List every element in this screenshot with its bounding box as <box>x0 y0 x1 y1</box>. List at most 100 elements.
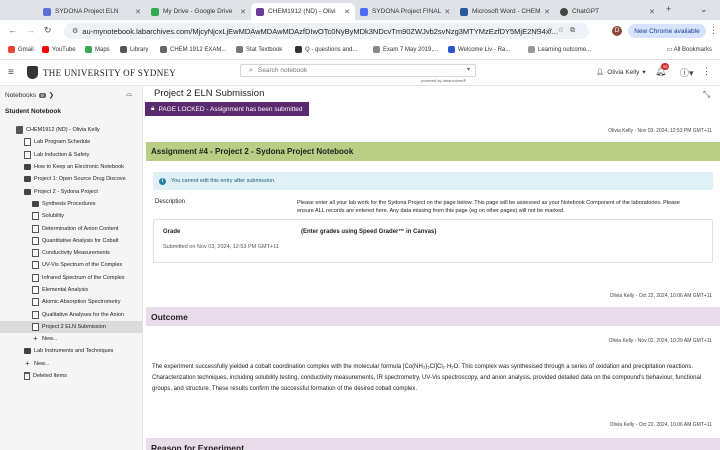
sidebar-item[interactable]: Atomic Absorption Spectrometry <box>0 296 142 308</box>
site-info-icon[interactable]: ⚙ <box>72 27 78 35</box>
close-icon[interactable]: ✕ <box>237 8 246 16</box>
page-icon <box>32 286 39 294</box>
bookmarks-bar: Gmail YouTube Maps Library CHEM 1912 EXA… <box>0 42 720 60</box>
search-input[interactable] <box>257 67 448 74</box>
sidebar-item[interactable]: Elemental Analysis <box>0 284 142 296</box>
sidebar-item-label: Project 2 - Sydona Project <box>34 188 98 195</box>
notebooks-dropdown[interactable]: Notebooks 9 ❯ <box>5 91 54 100</box>
close-icon[interactable]: ✕ <box>132 8 141 16</box>
trash-icon <box>24 372 30 381</box>
tab-favicon <box>460 7 468 16</box>
new-chrome-button[interactable]: New Chrome available <box>628 24 706 38</box>
bookmark-youtube[interactable]: YouTube <box>42 46 76 53</box>
sidebar-item[interactable]: Deleted Items <box>0 370 142 382</box>
description-label: Description <box>155 199 186 205</box>
sidebar-item[interactable]: Lab Induction & Safety <box>0 149 142 161</box>
all-bookmarks-button[interactable]: ▭ All Bookmarks <box>667 46 712 53</box>
bookmark-learning-outcomes[interactable]: Learning outcome... <box>528 46 591 53</box>
site-icon <box>528 46 535 53</box>
browser-tab[interactable]: SYDONA Project FINAL ✕ <box>355 3 455 20</box>
sidebar-item[interactable]: Infrared Spectrum of the Complex <box>0 272 142 284</box>
browser-tab[interactable]: Microsoft Word - CHEM ✕ <box>455 3 555 20</box>
bookmark-welcome-liv[interactable]: Welcome Liv - Ra... <box>448 46 510 53</box>
entry-timestamp: Olivia Kelly - Nov 02, 2024, 10:29 AM GM… <box>608 338 712 344</box>
browser-tab-strip: SYDONA Project ELN ✕ My Drive - Google D… <box>0 0 720 20</box>
outcome-header: Outcome <box>146 307 720 326</box>
grade-label: Grade <box>163 229 181 235</box>
page-icon <box>32 310 39 319</box>
tab-favicon <box>560 7 568 16</box>
plus-icon: + <box>33 334 38 344</box>
sidebar-item-label: Infrared Spectrum of the Complex <box>42 274 125 281</box>
sidebar-item[interactable]: Synthesis Procedures <box>0 198 142 210</box>
sidebar-item-label: Deleted Items <box>33 373 67 380</box>
bookmark-gmail[interactable]: Gmail <box>8 46 34 53</box>
page-locked-banner: 🔒︎ PAGE LOCKED - Assignment has been sub… <box>145 102 309 116</box>
bookmark-library[interactable]: Library <box>120 46 148 53</box>
sidebar-item[interactable]: Solubility <box>0 210 142 222</box>
extensions-icon[interactable]: ⧉ <box>570 27 581 34</box>
maps-icon <box>85 46 92 53</box>
sidebar-item[interactable]: Lab Instruments and Techniques <box>0 345 142 357</box>
page-icon <box>32 224 39 233</box>
sidebar-item[interactable]: Project 1: Open Source Drug Discove <box>0 173 142 185</box>
sidebar-item[interactable]: Conductivity Measurements <box>0 247 142 259</box>
bookmark-star-icon[interactable]: ☆ <box>558 27 570 34</box>
sidebar-item[interactable]: Project 2 ELN Submission <box>0 320 142 334</box>
sidebar-item-label: Atomic Absorption Spectrometry <box>42 299 121 306</box>
reload-icon[interactable]: ↻ <box>44 25 52 36</box>
sidebar-item[interactable]: Qualitative Analyses for the Anion <box>0 308 142 320</box>
tab-search-icon[interactable]: ⌄ <box>700 4 708 15</box>
back-icon[interactable]: ← <box>8 25 17 35</box>
bookmark-exam-2019[interactable]: Exam 7 May 2019,... <box>373 46 438 53</box>
folder-icon <box>24 164 31 171</box>
sidebar-item[interactable]: Lab Program Schedule <box>0 136 142 148</box>
page-icon <box>32 273 39 282</box>
forward-icon[interactable]: → <box>26 25 35 35</box>
powered-by: powered by labarchives® <box>421 78 466 83</box>
notebooks-count: 9 <box>39 92 46 98</box>
page-icon <box>32 249 39 258</box>
menu-icon[interactable]: ≡ <box>8 67 14 78</box>
close-icon[interactable]: ✕ <box>646 8 655 16</box>
cast-icon[interactable]: ▭ <box>535 27 548 34</box>
folder-icon: ▭ <box>666 47 674 53</box>
sidebar-item[interactable]: UV-Vis Spectrum of the Complex <box>0 259 142 271</box>
sidebar-item-label: Project 2 ELN Submission <box>42 323 106 330</box>
sidebar-item-label: Lab Induction & Safety <box>34 151 90 158</box>
sidebar-item[interactable]: Project 2 - Sydona Project <box>0 185 142 197</box>
sidebar-item[interactable]: Quantitative Analysis for Cobalt <box>0 235 142 247</box>
sidebar-item-label: New... <box>42 336 58 343</box>
sidebar-item[interactable]: + New... <box>0 358 142 370</box>
browser-tab[interactable]: ChatGPT ✕ <box>555 3 660 20</box>
address-bar[interactable]: ⚙ au-mynotebook.labarchives.com/MjcyNjcx… <box>64 23 589 39</box>
browser-tab-active[interactable]: CHEM1912 (ND) - Olivi ✕ <box>251 3 355 20</box>
sidebar-item[interactable]: Determination of Anion Content <box>0 222 142 234</box>
bookmark-stat-textbook[interactable]: Stat Textbook <box>236 46 282 53</box>
inbox-icon[interactable]: ⌓ <box>126 89 132 99</box>
bookmark-chem-exam[interactable]: CHEM 1912 EXAM... <box>160 46 226 53</box>
translate-icon[interactable]: ⌕ <box>548 27 558 34</box>
gmail-icon <box>8 46 15 53</box>
collapse-icon[interactable]: ⤡ <box>703 89 710 100</box>
close-icon[interactable]: ✕ <box>541 8 550 16</box>
more-options-icon[interactable]: ⋮ <box>702 66 711 77</box>
sidebar-item[interactable]: CHEM1912 (ND) - Olivia Kelly <box>0 124 142 136</box>
browser-menu-icon[interactable]: ⋮ <box>709 25 718 36</box>
sidebar-item[interactable]: + New... <box>0 333 142 345</box>
bookmark-maps[interactable]: Maps <box>85 46 110 53</box>
help-icon[interactable]: ⓘ▾ <box>680 66 694 79</box>
sidebar-item[interactable]: How to Keep an Electronic Notebook <box>0 161 142 173</box>
site-icon <box>236 46 243 53</box>
browser-tab[interactable]: My Drive - Google Drive ✕ <box>146 3 251 20</box>
folder-icon <box>24 348 31 355</box>
sidebar-item-label: Solubility <box>42 213 65 220</box>
close-icon[interactable]: ✕ <box>341 8 350 16</box>
bookmark-questions[interactable]: Q - questions and... <box>295 46 357 53</box>
profile-avatar[interactable]: D <box>612 26 622 36</box>
new-tab-icon[interactable]: + <box>666 4 671 14</box>
browser-tab[interactable]: SYDONA Project ELN ✕ <box>38 3 146 20</box>
user-menu[interactable]: 👤︎ Olivia Kelly ▾ <box>596 68 646 77</box>
close-icon[interactable]: ✕ <box>441 8 450 16</box>
chevron-down-icon[interactable]: ▾ <box>467 66 470 73</box>
